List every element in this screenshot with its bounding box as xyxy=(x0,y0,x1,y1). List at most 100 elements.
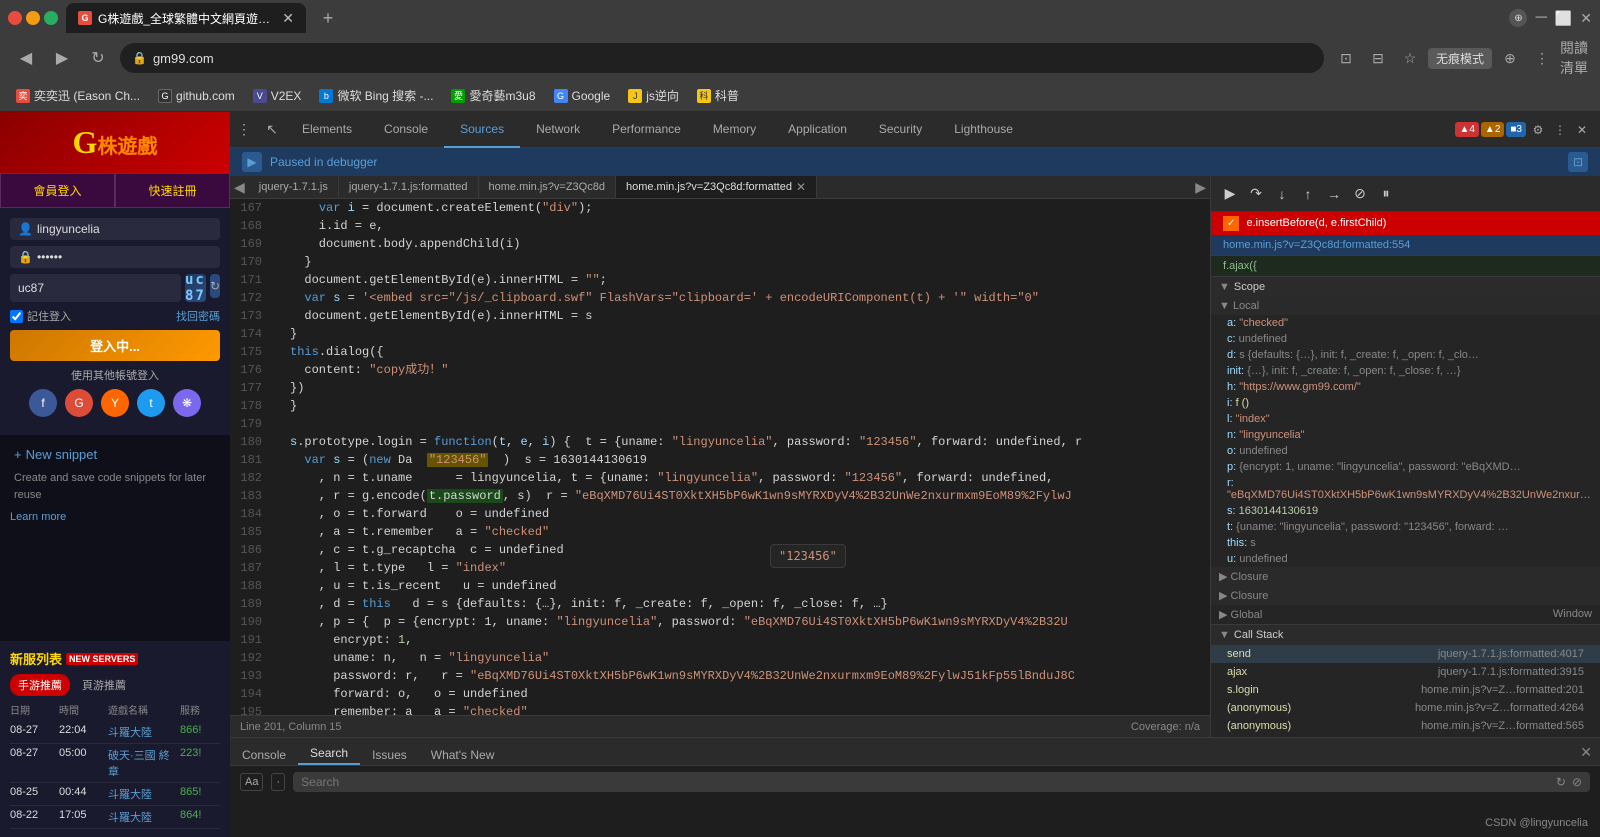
deactivate-breakpoints-btn[interactable]: ⊘ xyxy=(1349,183,1371,205)
minimize-btn[interactable]: ─ xyxy=(1535,9,1546,27)
bookmark-profile[interactable]: 奕 奕奕迅 (Eason Ch... xyxy=(8,84,148,107)
file-tab-close-btn[interactable]: ✕ xyxy=(796,180,806,194)
source-nav-right[interactable]: ▶ xyxy=(1191,176,1210,198)
profile-btn[interactable]: 无痕模式 xyxy=(1428,48,1492,69)
devtools-toggle-btn[interactable]: ⋮ xyxy=(230,116,258,144)
screenshot-btn[interactable]: ⊟ xyxy=(1364,44,1392,72)
bookmark-google[interactable]: G Google xyxy=(546,86,619,106)
bookmark-js[interactable]: J js逆向 xyxy=(620,84,687,107)
devtools-dock-icon[interactable]: ⊡ xyxy=(1568,152,1588,172)
profile-icon[interactable]: ⊕ xyxy=(1509,9,1527,27)
tab-console[interactable]: Console xyxy=(368,112,444,148)
more-options-icon[interactable]: ⋮ xyxy=(1550,120,1570,140)
active-browser-tab[interactable]: G G株遊戲_全球繁體中文網頁遊戲... ✕ xyxy=(66,3,306,33)
warning-badge[interactable]: ▲2 xyxy=(1481,122,1504,137)
source-nav-left[interactable]: ◀ xyxy=(230,176,249,198)
password-input[interactable] xyxy=(37,250,212,264)
new-tab-btn[interactable]: + xyxy=(314,4,342,32)
scope-t[interactable]: t: {uname: "lingyuncelia", password: "12… xyxy=(1211,519,1600,535)
step-btn[interactable]: → xyxy=(1323,183,1345,205)
resume-btn[interactable]: ▶ xyxy=(1219,183,1241,205)
server-tab-web[interactable]: 頁游推薦 xyxy=(74,674,134,696)
tab-sources[interactable]: Sources xyxy=(444,112,520,148)
info-badge[interactable]: ■3 xyxy=(1506,122,1526,137)
file-tab-home-formatted[interactable]: home.min.js?v=Z3Qc8d:formatted ✕ xyxy=(616,176,817,198)
scope-init[interactable]: init: {…}, init: f, _create: f, _open: f… xyxy=(1211,363,1600,379)
scope-r[interactable]: r: "eBqXMD76Ui4ST0XktXH5bP6wK1wn9sMYRXDy… xyxy=(1211,475,1600,503)
paused-play-btn[interactable]: ▶ xyxy=(242,152,262,172)
step-out-btn[interactable]: ↑ xyxy=(1297,183,1319,205)
error-checkbox[interactable]: ✓ xyxy=(1223,216,1239,231)
facebook-btn[interactable]: f xyxy=(29,389,57,417)
bottom-close-btn[interactable]: ✕ xyxy=(1572,740,1600,765)
restore-btn[interactable]: ⬜ xyxy=(1555,10,1572,27)
remember-checkbox[interactable] xyxy=(10,310,23,323)
bookmark-github[interactable]: G github.com xyxy=(150,86,243,106)
bottom-tab-search[interactable]: Search xyxy=(298,743,360,765)
search-input[interactable] xyxy=(301,775,1550,789)
scope-n[interactable]: n: "lingyuncelia" xyxy=(1211,427,1600,443)
member-login-btn[interactable]: 會員登入 xyxy=(0,173,115,208)
forward-btn[interactable]: ▶ xyxy=(48,44,76,72)
scope-s[interactable]: s: 1630144130619 xyxy=(1211,503,1600,519)
username-input[interactable] xyxy=(37,222,212,236)
tab-elements[interactable]: Elements xyxy=(286,112,368,148)
tab-application[interactable]: Application xyxy=(772,112,863,148)
bookmark-iqiyi[interactable]: 愛 愛奇藝m3u8 xyxy=(443,84,543,107)
scope-o[interactable]: o: undefined xyxy=(1211,443,1600,459)
server-tab-mobile[interactable]: 手游推薦 xyxy=(10,674,70,696)
twitter-btn[interactable]: t xyxy=(137,389,165,417)
new-snippet-btn[interactable]: + New snippet xyxy=(10,443,220,466)
menu-btn[interactable]: ⋮ xyxy=(1528,44,1556,72)
extensions-btn[interactable]: ⊕ xyxy=(1496,44,1524,72)
error-badge[interactable]: ▲4 xyxy=(1455,122,1478,137)
other-btn[interactable]: ❋ xyxy=(173,389,201,417)
bookmark-btn[interactable]: ☆ xyxy=(1396,44,1424,72)
callstack-anon1[interactable]: (anonymous) home.min.js?v=Z…formatted:42… xyxy=(1211,699,1600,717)
pause-on-exceptions-btn[interactable]: ⏸ xyxy=(1375,183,1397,205)
scope-h[interactable]: h: "https://www.gm99.com/" xyxy=(1211,379,1600,395)
code-content[interactable]: 167 var i = document.createElement("div"… xyxy=(230,199,1210,715)
scope-i[interactable]: i: f () xyxy=(1211,395,1600,411)
callstack-slogin[interactable]: s.login home.min.js?v=Z…formatted:201 xyxy=(1211,681,1600,699)
close-devtools-icon[interactable]: ✕ xyxy=(1572,120,1592,140)
scope-p[interactable]: p: {encrypt: 1, uname: "lingyuncelia", p… xyxy=(1211,459,1600,475)
server-row-1[interactable]: 08-27 05:00 破天·三國 終章 223! xyxy=(10,744,220,783)
maximize-window-btn[interactable] xyxy=(44,11,58,25)
error-location[interactable]: home.min.js?v=Z3Qc8d:formatted:554 xyxy=(1211,235,1600,256)
callstack-ajax[interactable]: ajax jquery-1.7.1.js:formatted:3915 xyxy=(1211,663,1600,681)
call-stack-title[interactable]: ▼ Call Stack xyxy=(1211,625,1600,645)
bookmark-bing[interactable]: b 微软 Bing 搜索 -... xyxy=(311,84,441,107)
google-btn[interactable]: G xyxy=(65,389,93,417)
yahoo-btn[interactable]: Y xyxy=(101,389,129,417)
back-btn[interactable]: ◀ xyxy=(12,44,40,72)
bookmark-kepu[interactable]: 科 科普 xyxy=(689,84,747,107)
scope-d[interactable]: d: s {defaults: {…}, init: f, _create: f… xyxy=(1211,347,1600,363)
step-over-btn[interactable]: ↷ xyxy=(1245,183,1267,205)
close-window-btn[interactable] xyxy=(8,11,22,25)
callstack-anon2[interactable]: (anonymous) home.min.js?v=Z…formatted:56… xyxy=(1211,717,1600,735)
reading-mode-btn[interactable]: 閱讀清單 xyxy=(1560,44,1588,72)
scope-a[interactable]: a: "checked" xyxy=(1211,315,1600,331)
bottom-tab-console[interactable]: Console xyxy=(230,745,298,765)
server-row-0[interactable]: 08-27 22:04 斗羅大陸 866! xyxy=(10,721,220,744)
captcha-refresh-btn[interactable]: ↻ xyxy=(210,274,220,298)
minimize-window-btn[interactable] xyxy=(26,11,40,25)
font-size-btn[interactable]: Aa xyxy=(240,773,263,791)
file-tab-jquery[interactable]: jquery-1.7.1.js xyxy=(249,176,339,198)
learn-more-link[interactable]: Learn more xyxy=(10,511,220,523)
scope-l[interactable]: l: "index" xyxy=(1211,411,1600,427)
cast-btn[interactable]: ⊡ xyxy=(1332,44,1360,72)
tab-network[interactable]: Network xyxy=(520,112,596,148)
captcha-input[interactable] xyxy=(10,274,181,302)
scope-title[interactable]: ▼ Scope xyxy=(1211,277,1600,297)
server-row-2[interactable]: 08-25 00:44 斗羅大陸 865! xyxy=(10,783,220,806)
tab-memory[interactable]: Memory xyxy=(697,112,772,148)
tab-lighthouse[interactable]: Lighthouse xyxy=(938,112,1029,148)
search-clear-icon[interactable]: ↻ xyxy=(1556,775,1566,789)
bottom-tab-issues[interactable]: Issues xyxy=(360,745,419,765)
fast-register-btn[interactable]: 快速註冊 xyxy=(115,173,230,208)
login-btn[interactable]: 登入中... xyxy=(10,330,220,361)
callstack-send[interactable]: send jquery-1.7.1.js:formatted:4017 xyxy=(1211,645,1600,663)
file-tab-home-min[interactable]: home.min.js?v=Z3Qc8d xyxy=(479,176,616,198)
